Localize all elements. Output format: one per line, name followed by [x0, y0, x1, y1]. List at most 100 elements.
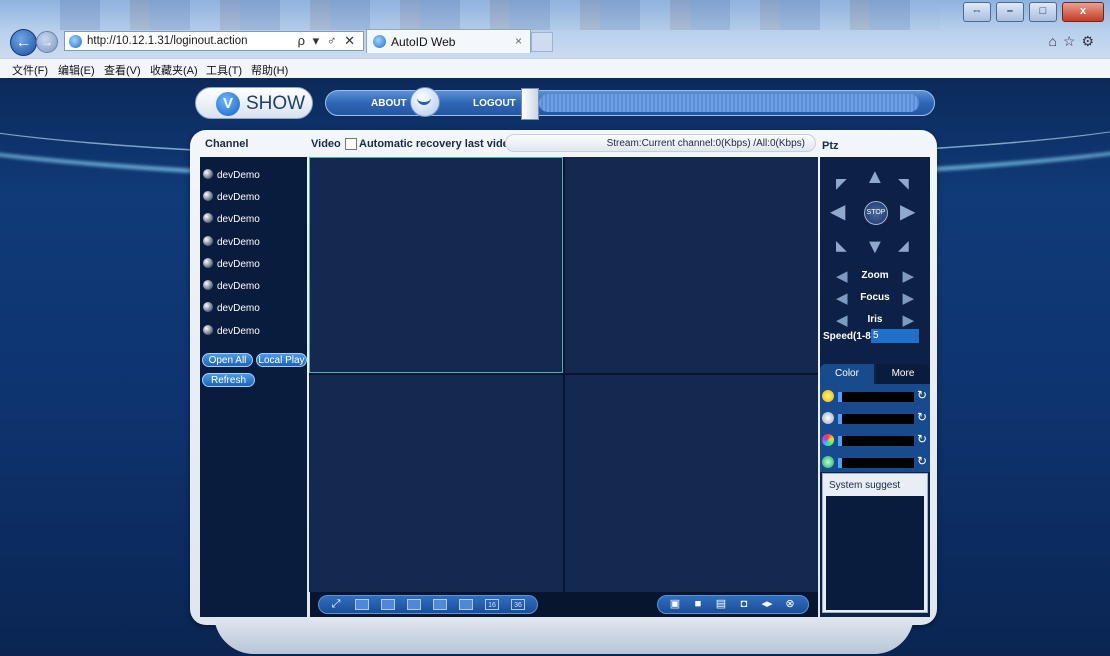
screenshot-icon[interactable]: ▣: [668, 599, 682, 610]
auto-recovery-checkbox[interactable]: [345, 138, 357, 150]
saturation-row: ↻: [822, 432, 928, 448]
video-header: Video: [311, 138, 341, 150]
contrast-reset-icon[interactable]: ↻: [917, 410, 927, 424]
tab-color[interactable]: Color: [820, 364, 874, 384]
brightness-reset-icon[interactable]: ↻: [917, 388, 927, 402]
window-controls: ⇔ – □ x: [961, 2, 1104, 22]
menu-edit[interactable]: 编辑(E): [58, 62, 95, 78]
brightness-slider[interactable]: [838, 392, 914, 402]
close-window-button[interactable]: x: [1062, 2, 1104, 22]
ptz-up-right-icon[interactable]: ◥: [898, 173, 909, 193]
auto-recovery-label[interactable]: Automatic recovery last video: [359, 138, 516, 150]
ptz-tabs: Color More: [820, 364, 930, 384]
browser-tab[interactable]: AutoID Web ×: [366, 29, 531, 53]
refresh-button[interactable]: Refresh: [202, 373, 255, 387]
logo: V SHOW: [195, 87, 313, 119]
channel-label: devDemo: [217, 192, 260, 203]
ptz-right-icon[interactable]: ▶: [900, 202, 915, 222]
layout-6-icon[interactable]: [407, 599, 421, 610]
channel-label: devDemo: [217, 281, 260, 292]
back-button[interactable]: ←: [10, 29, 37, 56]
iris-control: ◀ Iris ▶: [830, 311, 920, 329]
ptz-up-icon[interactable]: ▲: [865, 167, 885, 187]
address-url[interactable]: http://10.12.1.31/loginout.action: [87, 35, 247, 47]
hue-icon: [822, 456, 834, 468]
channel-label: devDemo: [217, 303, 260, 314]
top-navigation: V SHOW ABOUT LOGOUT: [195, 87, 935, 120]
menu-favorites[interactable]: 收藏夹(A): [150, 62, 198, 78]
video-cell-1[interactable]: [309, 157, 563, 373]
camera-snap-icon[interactable]: ◘: [737, 599, 751, 610]
menu-view[interactable]: 查看(V): [104, 62, 141, 78]
menu-file[interactable]: 文件(F): [12, 62, 48, 78]
focus-control: ◀ Focus ▶: [830, 289, 920, 307]
ptz-stop-button[interactable]: STOP: [864, 201, 888, 225]
minimize-button[interactable]: –: [995, 2, 1024, 22]
nav-divider: [521, 88, 539, 120]
browser-chrome: ← → http://10.12.1.31/loginout.action ρ …: [0, 0, 1110, 78]
channel-label: devDemo: [217, 326, 260, 337]
ptz-dpad: ▲ ▼ ◀ ▶ ◤ ◥ ◣ ◢ STOP: [830, 167, 920, 257]
camera-icon: [203, 191, 213, 201]
smile-icon: [410, 87, 440, 117]
address-controls[interactable]: ρ ▾ ♂ ✕: [298, 33, 357, 49]
video-cell-2[interactable]: [565, 157, 818, 373]
tab-close-icon[interactable]: ×: [515, 34, 522, 48]
camera-icon: [203, 169, 213, 179]
saturation-reset-icon[interactable]: ↻: [917, 432, 927, 446]
contrast-row: ↻: [822, 410, 928, 426]
ptz-down-right-icon[interactable]: ◢: [898, 235, 909, 255]
zoom-in-icon[interactable]: ▶: [902, 267, 914, 285]
ptz-header: Ptz: [822, 140, 839, 152]
maximize-button[interactable]: □: [1028, 2, 1057, 22]
window-icon[interactable]: ■: [691, 599, 705, 610]
camera-icon: [203, 280, 213, 290]
fullscreen-icon[interactable]: ⤢: [329, 599, 343, 610]
layout-8-icon[interactable]: [433, 599, 447, 610]
open-all-button[interactable]: Open All: [202, 353, 253, 367]
contrast-icon: [822, 412, 834, 424]
local-play-button[interactable]: Local Play: [256, 353, 307, 367]
layout-16-icon[interactable]: 16: [485, 599, 499, 610]
new-tab-button[interactable]: [531, 32, 553, 52]
menu-tools[interactable]: 工具(T): [206, 62, 242, 78]
stream-info: Stream:Current channel:0(Kbps) /All:0(Kb…: [505, 134, 816, 152]
about-link[interactable]: ABOUT: [371, 98, 407, 109]
hue-reset-icon[interactable]: ↻: [917, 454, 927, 468]
saturation-slider[interactable]: [838, 436, 914, 446]
action-toolbar: ▣ ■ ▤ ◘ ◂▸ ⊗: [657, 595, 809, 614]
address-bar[interactable]: http://10.12.1.31/loginout.action ρ ▾ ♂ …: [64, 31, 364, 51]
hue-slider[interactable]: [838, 458, 914, 468]
record-icon[interactable]: ▤: [714, 599, 728, 610]
layout-1-icon[interactable]: [355, 599, 369, 610]
close-all-icon[interactable]: ⊗: [783, 599, 797, 610]
channel-list: devDemo devDemo devDemo devDemo devDemo …: [200, 157, 307, 617]
contrast-slider[interactable]: [838, 414, 914, 424]
logout-link[interactable]: LOGOUT: [473, 98, 516, 109]
audio-icon[interactable]: ◂▸: [760, 599, 774, 610]
video-cell-4[interactable]: [565, 375, 818, 592]
channel-label: devDemo: [217, 214, 260, 225]
ptz-down-left-icon[interactable]: ◣: [836, 235, 847, 255]
menu-help[interactable]: 帮助(H): [251, 62, 288, 78]
ptz-up-left-icon[interactable]: ◤: [836, 173, 847, 193]
ptz-left-icon[interactable]: ◀: [830, 202, 845, 222]
panel-base: [214, 614, 914, 654]
restore-icon[interactable]: ⇔: [962, 2, 991, 22]
nav-strip: [539, 94, 919, 112]
focus-far-icon[interactable]: ▶: [902, 289, 914, 307]
layout-36-icon[interactable]: 36: [511, 599, 525, 610]
tab-more[interactable]: More: [876, 364, 930, 384]
ptz-panel: ▲ ▼ ◀ ▶ ◤ ◥ ◣ ◢ STOP ◀ Zoom ▶ ◀ Focus ▶ …: [820, 157, 930, 617]
speed-input[interactable]: 5: [871, 329, 919, 343]
layout-4-icon[interactable]: [381, 599, 395, 610]
forward-button[interactable]: →: [36, 31, 58, 53]
channel-header: Channel: [205, 138, 249, 150]
layout-9-icon[interactable]: [459, 599, 473, 610]
iris-open-icon[interactable]: ▶: [902, 311, 914, 329]
ie-icon: [69, 35, 82, 48]
browser-tools-icons[interactable]: ⌂☆⚙: [1048, 33, 1100, 50]
camera-icon: [203, 302, 213, 312]
video-cell-3[interactable]: [309, 375, 563, 592]
ptz-down-icon[interactable]: ▼: [865, 237, 885, 257]
